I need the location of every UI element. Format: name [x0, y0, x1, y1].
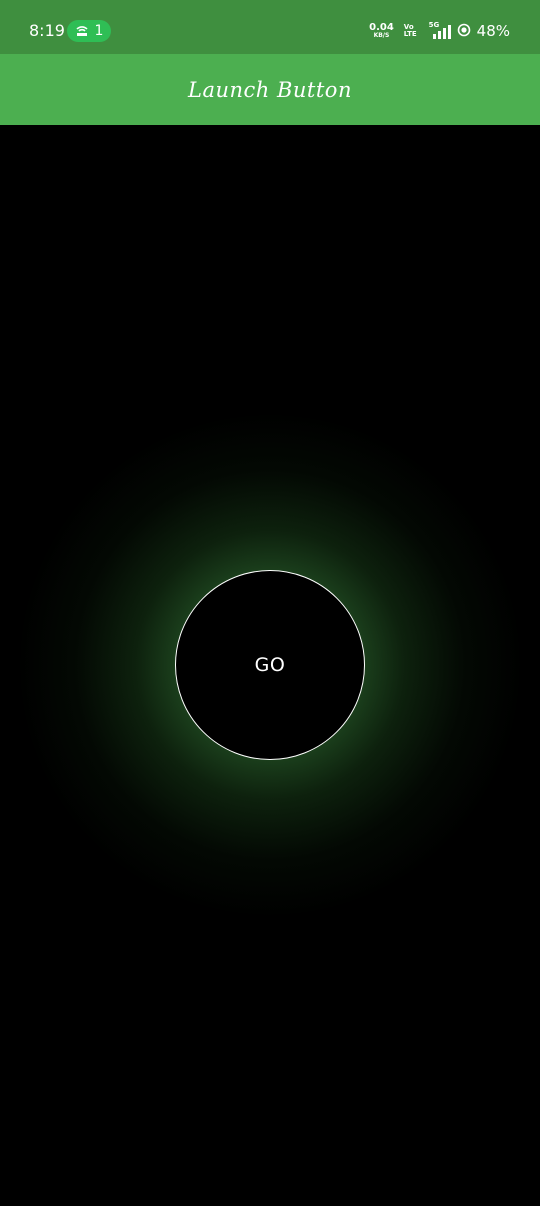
hotspot-indicator[interactable]: 1 — [67, 20, 111, 42]
volte-bottom: LTE — [403, 30, 417, 38]
network-speed-unit: KB/S — [373, 32, 390, 39]
go-button[interactable]: GO — [175, 570, 365, 760]
go-button-label: GO — [254, 654, 286, 676]
network-speed-value: 0.04 — [369, 22, 394, 33]
battery-icon — [457, 22, 471, 41]
volte-indicator: Vo LTE — [404, 24, 417, 38]
network-speed: 0.04 KB/S — [369, 22, 394, 40]
status-bar: 8:19 1 0.04 KB/S Vo LTE 5G 48% — [0, 0, 540, 54]
app-bar: Launch Button — [0, 54, 540, 125]
status-time: 8:19 — [29, 21, 65, 40]
status-icons: 0.04 KB/S Vo LTE 5G 48% — [369, 21, 510, 41]
app-title: Launch Button — [188, 77, 352, 102]
hotspot-count: 1 — [94, 23, 104, 39]
battery-percentage: 48% — [476, 22, 510, 40]
signal-icon: 5G — [428, 21, 451, 39]
hotspot-icon — [75, 22, 89, 41]
network-type: 5G — [428, 21, 440, 29]
main-content: GO — [0, 125, 540, 1206]
